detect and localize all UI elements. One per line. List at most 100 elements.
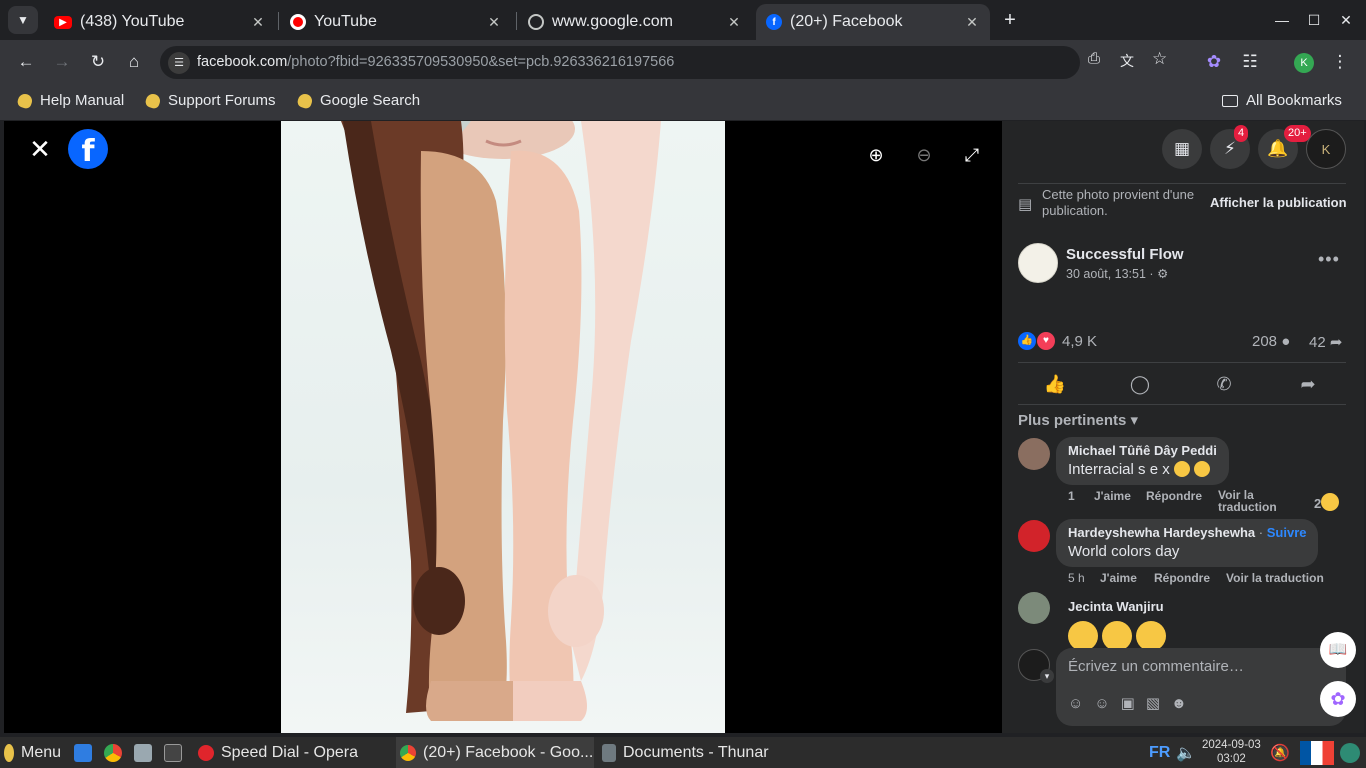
comment-translate-link[interactable]: Voir la traduction	[1218, 489, 1288, 513]
zoom-out-icon[interactable]: ⊖	[912, 143, 936, 167]
comments-count[interactable]: 208 ●	[1252, 333, 1290, 350]
translate-icon[interactable]: 文	[1120, 51, 1134, 71]
commenter-name[interactable]: Michael Tûñê Dây Peddi	[1068, 443, 1217, 458]
maximize-button[interactable]: ☐	[1302, 8, 1326, 32]
comment-translate-link[interactable]: Voir la traduction	[1226, 571, 1324, 585]
commenter-avatar[interactable]	[1018, 520, 1050, 552]
comment-time[interactable]: 1	[1068, 489, 1075, 503]
install-app-icon[interactable]: ⎙	[1088, 50, 1100, 67]
page-avatar[interactable]	[1018, 243, 1058, 283]
whatsapp-share-icon[interactable]: ✆	[1211, 372, 1237, 396]
taskbar-thunar[interactable]: Documents - Thunar	[602, 742, 769, 764]
page-name[interactable]: Successful Flow	[1066, 246, 1184, 263]
reactions-count[interactable]: 4,9 K	[1062, 333, 1097, 350]
close-tab-icon[interactable]: ✕	[484, 14, 504, 31]
ai-assistant-icon[interactable]: ✿	[1320, 681, 1356, 717]
extensions-puzzle-icon[interactable]: ☷	[1236, 48, 1264, 76]
taskbar-opera[interactable]: Speed Dial - Opera	[198, 742, 358, 764]
tab-search-button[interactable]: ▼	[8, 6, 38, 34]
comment-sort-dropdown[interactable]: Plus pertinents ▾	[1018, 411, 1138, 429]
bookmark-star-icon[interactable]: ☆	[1152, 49, 1167, 69]
network-status-icon[interactable]	[1340, 743, 1360, 763]
folder-icon	[1222, 94, 1238, 107]
comment-bubble-icon: ●	[1281, 333, 1291, 350]
comment-bubble: Michael Tûñê Dây Peddi Interracial s e x	[1056, 437, 1229, 485]
post-date[interactable]: 30 août, 13:51 · ⚙	[1066, 266, 1168, 281]
notifications-muted-icon[interactable]: 🔕	[1270, 742, 1290, 764]
commenter-avatar[interactable]	[1018, 592, 1050, 624]
french-flag-icon[interactable]	[1300, 741, 1334, 765]
camera-icon[interactable]: ▣	[1121, 695, 1146, 712]
profile-avatar[interactable]: K	[1294, 53, 1314, 73]
all-bookmarks-button[interactable]: All Bookmarks	[1222, 92, 1342, 109]
close-window-button[interactable]: ✕	[1334, 8, 1358, 32]
facebook-logo[interactable]: f	[68, 129, 108, 169]
close-tab-icon[interactable]: ✕	[962, 14, 982, 31]
commenter-name[interactable]: Jecinta Wanjiru	[1068, 599, 1164, 614]
facebook-icon: f	[766, 14, 782, 30]
share-button-icon[interactable]: ➦	[1295, 372, 1321, 396]
chevron-down-icon[interactable]: ▾	[1040, 669, 1054, 683]
forward-button[interactable]: →	[48, 48, 76, 76]
bookmark-support-forums[interactable]: Support Forums	[144, 91, 276, 110]
tab-youtube-1[interactable]: ▶ (438) YouTube ✕	[44, 4, 276, 40]
comment-reply-link[interactable]: Répondre	[1146, 489, 1202, 503]
start-menu-button[interactable]: Menu	[4, 742, 61, 764]
bookmark-leaf-icon	[144, 91, 162, 110]
close-tab-icon[interactable]: ✕	[248, 14, 268, 31]
post-notice-icon: ▤	[1018, 196, 1033, 213]
new-tab-button[interactable]: +	[998, 8, 1022, 32]
close-tab-icon[interactable]: ✕	[724, 14, 744, 31]
post-photo[interactable]	[281, 121, 725, 733]
comment-like-link[interactable]: J'aime	[1094, 489, 1131, 503]
comment-text: World colors day	[1068, 543, 1180, 560]
bookmark-google-search[interactable]: Google Search	[296, 91, 420, 110]
avatar-sticker-icon[interactable]: ☺	[1068, 695, 1094, 712]
terminal-launcher-icon[interactable]	[164, 742, 189, 764]
sticker-icon[interactable]: ☻	[1171, 695, 1198, 712]
site-info-icon[interactable]: ☰	[168, 52, 190, 74]
shares-count[interactable]: 42 ➦	[1309, 333, 1342, 351]
comment-reactions[interactable]: 2	[1314, 493, 1340, 511]
commenter-avatar[interactable]	[1018, 438, 1050, 470]
follow-link[interactable]: Suivre	[1267, 525, 1307, 540]
keyboard-layout[interactable]: FR	[1149, 742, 1170, 764]
show-desktop-icon[interactable]	[74, 742, 99, 764]
comment-like-link[interactable]: J'aime	[1100, 571, 1137, 585]
url-text[interactable]: facebook.com/photo?fbid=926335709530950&…	[197, 54, 674, 70]
menu-grid-icon[interactable]: ▦	[1162, 129, 1202, 169]
volume-icon[interactable]: 🔈	[1176, 742, 1196, 764]
emoji-picker-icon[interactable]: ☺	[1094, 695, 1120, 712]
home-button[interactable]: ⌂	[120, 48, 148, 76]
browser-menu-icon[interactable]: ⋮	[1326, 48, 1354, 76]
commenter-name: Hardeyshewha Hardeyshewha · Suivre	[1068, 525, 1307, 540]
minimize-button[interactable]: —	[1270, 8, 1294, 32]
account-avatar[interactable]: K	[1306, 129, 1346, 169]
files-launcher-icon[interactable]	[134, 742, 159, 764]
fullscreen-icon[interactable]: ⤢	[960, 143, 984, 167]
comment-button-icon[interactable]: ◯	[1127, 372, 1153, 396]
tab-facebook[interactable]: f (20+) Facebook ✕	[756, 4, 990, 40]
more-options-icon[interactable]: •••	[1318, 249, 1340, 270]
taskbar-chrome-facebook[interactable]: (20+) Facebook - Goo...	[396, 737, 594, 768]
comment-reply-link[interactable]: Répondre	[1154, 571, 1210, 585]
tab-google[interactable]: www.google.com ✕	[518, 4, 752, 40]
comment-input[interactable]: Écrivez un commentaire…	[1068, 658, 1244, 675]
reader-mode-icon[interactable]: 📖	[1320, 632, 1356, 668]
address-bar[interactable]: ☰ facebook.com/photo?fbid=92633570953095…	[160, 46, 1167, 79]
like-button-icon[interactable]: 👍	[1042, 372, 1068, 396]
view-post-link[interactable]: Afficher la publication	[1210, 195, 1347, 210]
clock[interactable]: 2024-09-03 03:02	[1202, 738, 1261, 766]
bookmark-help-manual[interactable]: Help Manual	[16, 91, 124, 110]
reload-button[interactable]: ↻	[84, 48, 112, 76]
comment-time[interactable]: 5 h	[1068, 571, 1085, 585]
back-button[interactable]: ←	[12, 48, 40, 76]
comment-composer[interactable]: Écrivez un commentaire… ☺☺▣▧☻	[1056, 648, 1346, 726]
chrome-launcher-icon[interactable]	[104, 742, 129, 764]
browser-toolbar: ← → ↻ ⌂ ☰ facebook.com/photo?fbid=926335…	[0, 40, 1366, 84]
extension-brain-icon[interactable]: ✿	[1200, 48, 1228, 76]
tab-youtube-2[interactable]: YouTube ✕	[280, 4, 512, 40]
gif-icon[interactable]: ▧	[1146, 695, 1171, 712]
zoom-in-icon[interactable]: ⊕	[864, 143, 888, 167]
close-viewer-button[interactable]: ✕	[28, 136, 52, 162]
